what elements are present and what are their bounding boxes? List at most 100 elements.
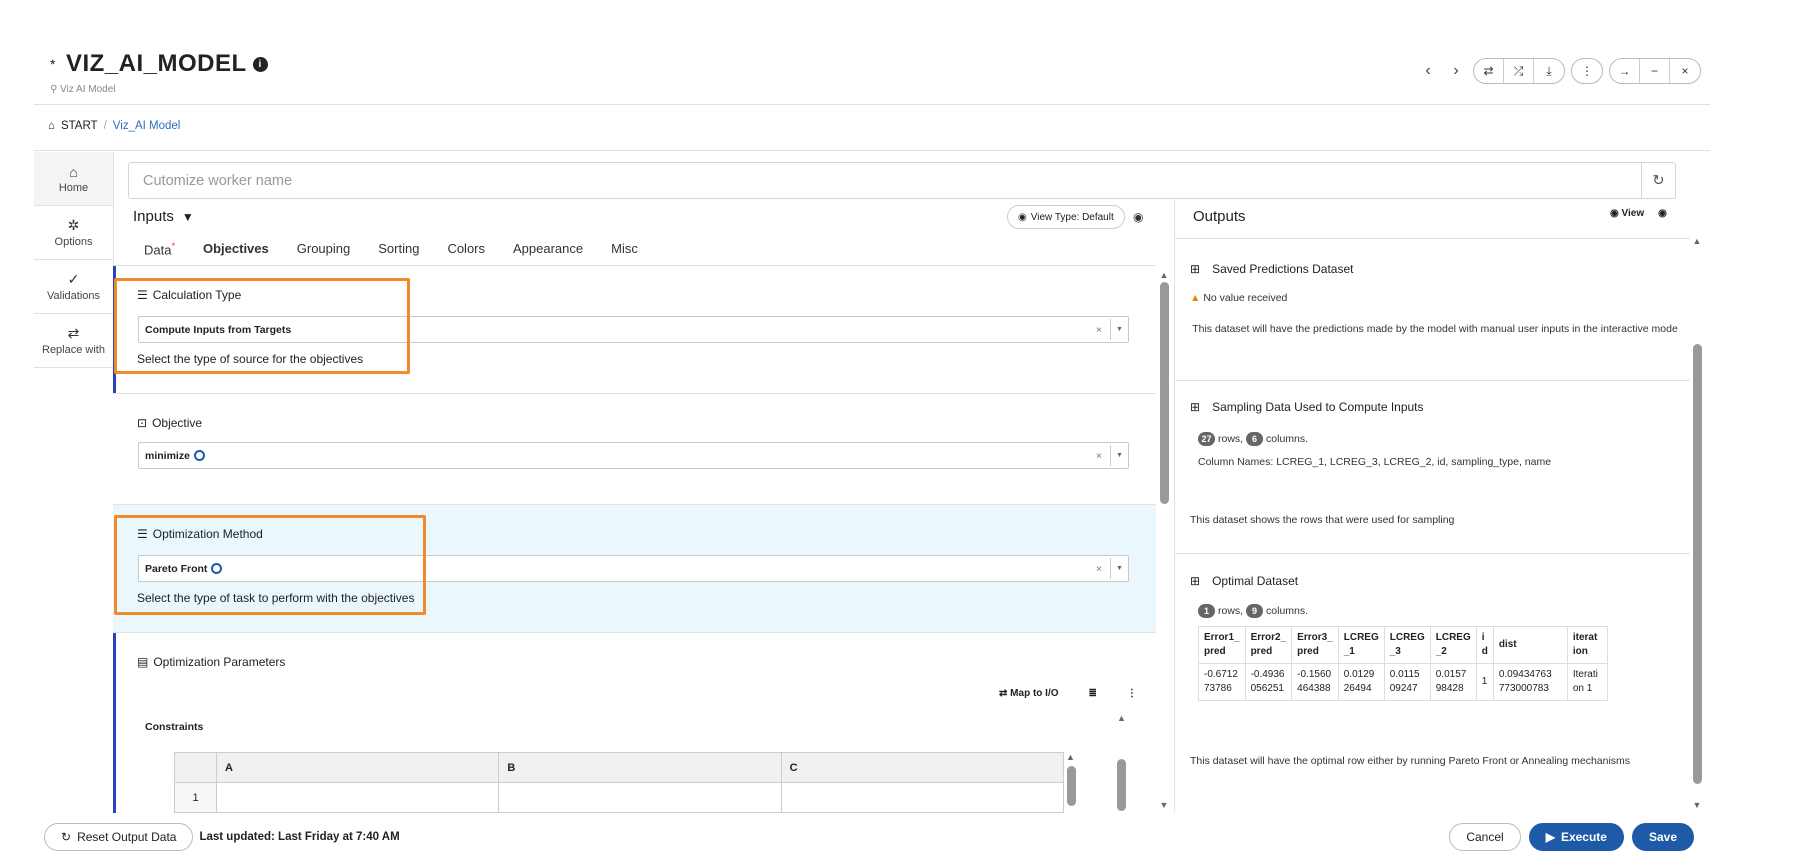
inputs-scrollbar[interactable]: ▲ ▼ <box>1157 270 1171 810</box>
objective-select[interactable]: minimize × ▼ <box>138 442 1129 469</box>
optimal-section: ⊞ Optimal Dataset 1 rows, 9 columns. Error1… <box>1190 574 1680 767</box>
sliders-icon[interactable]: ≣ <box>1089 688 1097 699</box>
scroll-thumb[interactable] <box>1117 759 1126 811</box>
breadcrumb-separator: / <box>103 120 107 132</box>
more-icon[interactable]: ⋮ <box>1572 59 1602 83</box>
divider <box>34 150 1710 151</box>
forward-icon[interactable]: → <box>1610 59 1640 83</box>
tab-objectives[interactable]: Objectives <box>203 241 269 257</box>
nav-options[interactable]: ✲ Options <box>34 206 113 260</box>
grid-col-header[interactable]: A <box>215 752 500 783</box>
worker-name-placeholder: Cutomize worker name <box>143 172 293 189</box>
table-cell: Iterati on 1 <box>1566 663 1608 701</box>
table-header: Error2_ pred <box>1244 626 1293 664</box>
nav-home[interactable]: ⌂ Home <box>34 152 113 206</box>
divider <box>34 104 1710 105</box>
filter-icon[interactable]: ▼ <box>182 210 194 224</box>
execute-button[interactable]: ▶ Execute <box>1528 823 1624 851</box>
grid-col-header[interactable]: C <box>780 752 1065 783</box>
objective-card: ⊡ Objective minimize × ▼ <box>113 394 1156 505</box>
modified-mark: * <box>50 56 56 72</box>
chevron-down-icon[interactable]: ▼ <box>1110 445 1128 466</box>
settings-icon[interactable]: ◉ <box>1658 208 1667 219</box>
scroll-up-icon[interactable]: ▲ <box>1157 270 1171 280</box>
grid-cell[interactable] <box>498 782 782 813</box>
grid-col-header[interactable]: B <box>498 752 782 783</box>
tab-appearance[interactable]: Appearance <box>513 241 583 257</box>
divider <box>1175 553 1690 554</box>
eye-icon: ◉ <box>1018 211 1027 223</box>
tab-grouping[interactable]: Grouping <box>297 241 350 257</box>
grid-scrollbar[interactable]: ▲ <box>1066 752 1078 812</box>
breadcrumb-current[interactable]: Viz_AI Model <box>113 120 181 132</box>
settings-icon[interactable]: ◉ <box>1133 210 1143 224</box>
clear-icon[interactable]: × <box>1096 324 1102 336</box>
breadcrumb-home[interactable]: START <box>61 120 98 132</box>
more-group: ⋮ <box>1571 58 1603 84</box>
outputs-view-button[interactable]: ◉ View ◉ <box>1610 208 1667 219</box>
next-icon[interactable]: › <box>1445 62 1467 80</box>
dims-line: 27 rows, 6 columns. <box>1198 432 1680 446</box>
grid-cell[interactable] <box>780 782 1065 813</box>
worker-name-input[interactable]: Cutomize worker name ↻ <box>128 162 1676 199</box>
table-header: dist <box>1492 626 1568 664</box>
tab-misc[interactable]: Misc <box>611 241 638 257</box>
cols-badge: 6 <box>1246 432 1264 446</box>
column-names: Column Names: LCREG_1, LCREG_3, LCREG_2,… <box>1198 456 1552 468</box>
view-type-label: View Type: Default <box>1030 211 1114 223</box>
exchange-icon[interactable]: ⇄ <box>1474 59 1504 83</box>
tab-sorting[interactable]: Sorting <box>378 241 419 257</box>
table-header: LCREG _2 <box>1429 626 1477 664</box>
download-icon[interactable]: ⤓ <box>1534 59 1564 83</box>
scroll-thumb[interactable] <box>1159 282 1169 504</box>
shuffle-icon[interactable]: ⤮ <box>1504 59 1534 83</box>
map-io-button[interactable]: ⇄ Map to I/O <box>999 688 1059 699</box>
table-header: Error1_ pred <box>1198 626 1246 664</box>
more-icon[interactable]: ⋮ <box>1127 688 1137 699</box>
table-cell: 0.0115 09247 <box>1383 663 1431 701</box>
info-icon[interactable]: i <box>252 56 268 72</box>
scroll-thumb[interactable] <box>1067 766 1076 806</box>
scroll-down-icon[interactable]: ▼ <box>1157 800 1171 810</box>
view-type-button[interactable]: ◉ View Type: Default <box>1007 205 1125 229</box>
grid-header-row: A B C <box>174 752 1065 783</box>
scroll-up-icon[interactable]: ▲ <box>1690 236 1704 246</box>
swap-icon: ⇄ <box>67 325 80 341</box>
scroll-up-icon[interactable]: ▲ <box>1066 752 1078 762</box>
inner-scrollbar[interactable]: ▲ <box>1117 713 1129 813</box>
title-text: Optimal Dataset <box>1212 574 1299 588</box>
clear-icon[interactable]: × <box>1096 450 1102 462</box>
table-cell: -0.4936 056251 <box>1244 663 1293 701</box>
play-icon: ▶ <box>1545 830 1555 844</box>
close-icon[interactable]: × <box>1670 59 1700 83</box>
tab-colors[interactable]: Colors <box>447 241 485 257</box>
home-icon: ⌂ <box>69 163 78 180</box>
tab-data[interactable]: Data* <box>144 241 175 257</box>
subtitle-icon: ⚲ <box>50 84 58 95</box>
prev-icon[interactable]: ‹ <box>1417 62 1439 80</box>
scroll-thumb[interactable] <box>1692 344 1702 784</box>
nav-label: Validations <box>47 290 100 302</box>
clear-icon[interactable]: × <box>1096 563 1102 575</box>
table-header-row: Error1_ pred Error2_ pred Error3_ pred L… <box>1198 626 1608 664</box>
panel-divider <box>1174 200 1175 812</box>
select-value: minimize <box>145 449 190 462</box>
minimize-icon[interactable]: − <box>1640 59 1670 83</box>
nav-validations[interactable]: ✓ Validations <box>34 260 113 314</box>
chevron-down-icon[interactable]: ▼ <box>1110 319 1128 340</box>
chevron-down-icon[interactable]: ▼ <box>1110 558 1128 579</box>
nav-replace[interactable]: ⇄ Replace with <box>34 314 113 368</box>
scroll-down-icon[interactable]: ▼ <box>1690 800 1704 810</box>
section-desc: This dataset will have the predictions m… <box>1192 323 1678 335</box>
outputs-scrollbar[interactable]: ▲ ▼ <box>1690 236 1704 810</box>
nav-label: Replace with <box>42 344 105 356</box>
cancel-button[interactable]: Cancel <box>1449 823 1521 851</box>
opt-params-label: ▤ Optimization Parameters <box>137 655 285 669</box>
scroll-up-icon[interactable]: ▲ <box>1117 713 1129 723</box>
reset-output-button[interactable]: ↻ Reset Output Data <box>44 823 194 851</box>
refresh-icon[interactable]: ↻ <box>1641 163 1675 198</box>
dims-line: 1 rows, 9 columns. <box>1198 604 1680 618</box>
title-text: Sampling Data Used to Compute Inputs <box>1212 400 1424 414</box>
grid-cell[interactable] <box>215 782 500 813</box>
save-button[interactable]: Save <box>1631 823 1694 851</box>
